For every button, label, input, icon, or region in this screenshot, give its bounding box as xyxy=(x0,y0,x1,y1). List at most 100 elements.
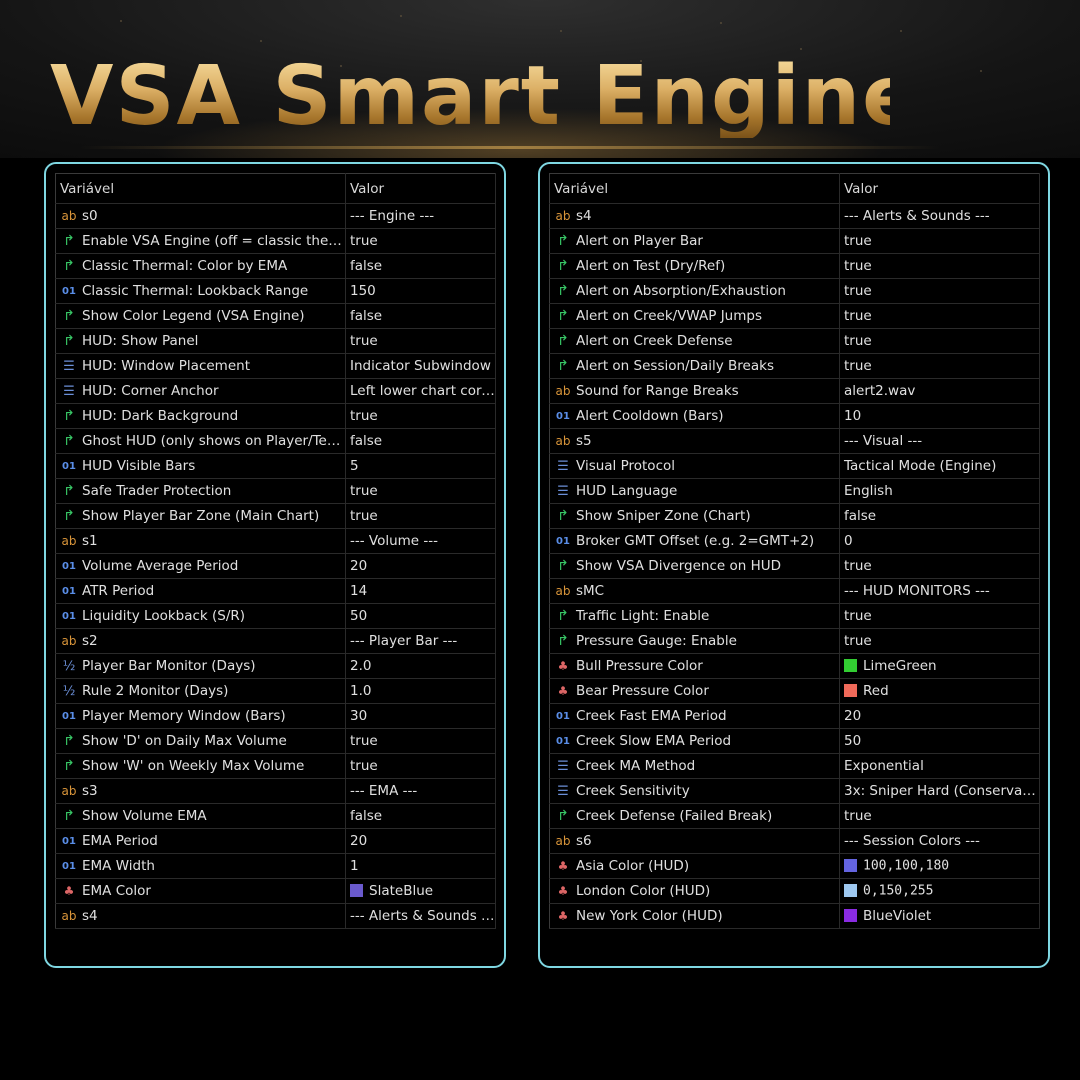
value-cell[interactable]: false xyxy=(345,803,496,829)
value-cell[interactable]: SlateBlue xyxy=(345,878,496,904)
table-row[interactable]: ☰ Visual Protocol Tactical Mode (Engine) xyxy=(549,453,1040,479)
variable-cell[interactable]: ↱ Alert on Creek Defense xyxy=(549,328,840,354)
variable-cell[interactable]: ↱ Ghost HUD (only shows on Player/Test ba… xyxy=(55,428,346,454)
value-cell[interactable]: alert2.wav xyxy=(839,378,1040,404)
table-row[interactable]: ab s4 --- Alerts & Sounds --- xyxy=(549,203,1040,229)
value-cell[interactable]: --- Visual --- xyxy=(839,428,1040,454)
variable-cell[interactable]: ↱ Show Volume EMA xyxy=(55,803,346,829)
table-row[interactable]: ↱ Show 'D' on Daily Max Volume true xyxy=(55,728,496,754)
value-cell[interactable]: Tactical Mode (Engine) xyxy=(839,453,1040,479)
table-row[interactable]: ↱ Ghost HUD (only shows on Player/Test ba… xyxy=(55,428,496,454)
table-row[interactable]: ↱ HUD: Dark Background true xyxy=(55,403,496,429)
table-row[interactable]: ab s2 --- Player Bar --- xyxy=(55,628,496,654)
variable-cell[interactable]: ↱ Alert on Absorption/Exhaustion xyxy=(549,278,840,304)
variable-cell[interactable]: 01 Classic Thermal: Lookback Range xyxy=(55,278,346,304)
value-cell[interactable]: --- EMA --- xyxy=(345,778,496,804)
table-row[interactable]: ab s6 --- Session Colors --- xyxy=(549,828,1040,854)
variable-cell[interactable]: ab s4 xyxy=(549,203,840,229)
value-cell[interactable]: 150 xyxy=(345,278,496,304)
value-cell[interactable]: --- Engine --- xyxy=(345,203,496,229)
variable-cell[interactable]: ab s3 xyxy=(55,778,346,804)
variable-cell[interactable]: 01 Creek Fast EMA Period xyxy=(549,703,840,729)
variable-cell[interactable]: 01 Creek Slow EMA Period xyxy=(549,728,840,754)
variable-cell[interactable]: ab s4 xyxy=(55,903,346,929)
table-row[interactable]: 01 Player Memory Window (Bars) 30 xyxy=(55,703,496,729)
variable-cell[interactable]: 01 EMA Period xyxy=(55,828,346,854)
value-cell[interactable]: --- HUD MONITORS --- xyxy=(839,578,1040,604)
value-cell[interactable]: true xyxy=(839,353,1040,379)
table-row[interactable]: ↱ Alert on Session/Daily Breaks true xyxy=(549,353,1040,379)
table-row[interactable]: ↱ Show Player Bar Zone (Main Chart) true xyxy=(55,503,496,529)
table-row[interactable]: ☰ HUD Language English xyxy=(549,478,1040,504)
table-row[interactable]: ♣ Bull Pressure Color LimeGreen xyxy=(549,653,1040,679)
table-row[interactable]: ♣ EMA Color SlateBlue xyxy=(55,878,496,904)
value-cell[interactable]: 10 xyxy=(839,403,1040,429)
variable-cell[interactable]: 01 EMA Width xyxy=(55,853,346,879)
table-row[interactable]: 01 EMA Period 20 xyxy=(55,828,496,854)
table-row[interactable]: ↱ HUD: Show Panel true xyxy=(55,328,496,354)
variable-cell[interactable]: 01 Liquidity Lookback (S/R) xyxy=(55,603,346,629)
variable-cell[interactable]: ↱ Creek Defense (Failed Break) xyxy=(549,803,840,829)
color-swatch[interactable] xyxy=(844,684,857,697)
variable-cell[interactable]: ↱ Show VSA Divergence on HUD xyxy=(549,553,840,579)
value-cell[interactable]: 30 xyxy=(345,703,496,729)
table-row[interactable]: ↱ Show 'W' on Weekly Max Volume true xyxy=(55,753,496,779)
variable-cell[interactable]: ab s0 xyxy=(55,203,346,229)
value-cell[interactable]: 14 xyxy=(345,578,496,604)
value-cell[interactable]: 1.0 xyxy=(345,678,496,704)
column-header-value[interactable]: Valor xyxy=(839,173,1040,204)
table-row[interactable]: ☰ HUD: Corner Anchor Left lower chart corn… xyxy=(55,378,496,404)
value-cell[interactable]: false xyxy=(839,503,1040,529)
variable-cell[interactable]: 01 Broker GMT Offset (e.g. 2=GMT+2) xyxy=(549,528,840,554)
value-cell[interactable]: 50 xyxy=(345,603,496,629)
variable-cell[interactable]: ½ Player Bar Monitor (Days) xyxy=(55,653,346,679)
value-cell[interactable]: 20 xyxy=(345,828,496,854)
variable-cell[interactable]: ab s5 xyxy=(549,428,840,454)
value-cell[interactable]: 100,100,180 xyxy=(839,853,1040,879)
value-cell[interactable]: false xyxy=(345,428,496,454)
table-row[interactable]: ☰ Creek Sensitivity 3x: Sniper Hard (Conse… xyxy=(549,778,1040,804)
variable-cell[interactable]: ↱ Safe Trader Protection xyxy=(55,478,346,504)
variable-cell[interactable]: 01 Volume Average Period xyxy=(55,553,346,579)
value-cell[interactable]: true xyxy=(839,553,1040,579)
variable-cell[interactable]: ↱ Alert on Player Bar xyxy=(549,228,840,254)
value-cell[interactable]: false xyxy=(345,253,496,279)
variable-cell[interactable]: ↱ Alert on Creek/VWAP Jumps xyxy=(549,303,840,329)
table-row[interactable]: 01 ATR Period 14 xyxy=(55,578,496,604)
value-cell[interactable]: true xyxy=(345,328,496,354)
value-cell[interactable]: false xyxy=(345,303,496,329)
value-cell[interactable]: true xyxy=(839,603,1040,629)
value-cell[interactable]: BlueViolet xyxy=(839,903,1040,929)
variable-cell[interactable]: ♣ Asia Color (HUD) xyxy=(549,853,840,879)
value-cell[interactable]: true xyxy=(345,503,496,529)
variable-cell[interactable]: ☰ Creek MA Method xyxy=(549,753,840,779)
value-cell[interactable]: true xyxy=(345,728,496,754)
variable-cell[interactable]: 01 ATR Period xyxy=(55,578,346,604)
value-cell[interactable]: Red xyxy=(839,678,1040,704)
value-cell[interactable]: true xyxy=(345,753,496,779)
value-cell[interactable]: --- Session Colors --- xyxy=(839,828,1040,854)
value-cell[interactable]: --- Alerts & Sounds --- xyxy=(839,203,1040,229)
variable-cell[interactable]: ↱ Show 'D' on Daily Max Volume xyxy=(55,728,346,754)
variable-cell[interactable]: ↱ HUD: Show Panel xyxy=(55,328,346,354)
variable-cell[interactable]: ↱ Traffic Light: Enable xyxy=(549,603,840,629)
table-row[interactable]: 01 EMA Width 1 xyxy=(55,853,496,879)
table-row[interactable]: 01 Creek Fast EMA Period 20 xyxy=(549,703,1040,729)
table-row[interactable]: ♣ Asia Color (HUD) 100,100,180 xyxy=(549,853,1040,879)
table-row[interactable]: ab s0 --- Engine --- xyxy=(55,203,496,229)
value-cell[interactable]: 0,150,255 xyxy=(839,878,1040,904)
variable-cell[interactable]: ☰ HUD Language xyxy=(549,478,840,504)
variable-cell[interactable]: ♣ Bear Pressure Color xyxy=(549,678,840,704)
table-row[interactable]: ↱ Alert on Absorption/Exhaustion true xyxy=(549,278,1040,304)
color-swatch[interactable] xyxy=(844,859,857,872)
table-row[interactable]: ↱ Safe Trader Protection true xyxy=(55,478,496,504)
value-cell[interactable]: true xyxy=(839,278,1040,304)
variable-cell[interactable]: ↱ HUD: Dark Background xyxy=(55,403,346,429)
table-row[interactable]: ♣ Bear Pressure Color Red xyxy=(549,678,1040,704)
value-cell[interactable]: 5 xyxy=(345,453,496,479)
table-row[interactable]: ↱ Creek Defense (Failed Break) true xyxy=(549,803,1040,829)
table-row[interactable]: ↱ Alert on Creek/VWAP Jumps true xyxy=(549,303,1040,329)
variable-cell[interactable]: ☰ HUD: Corner Anchor xyxy=(55,378,346,404)
table-row[interactable]: ♣ New York Color (HUD) BlueViolet xyxy=(549,903,1040,929)
table-row[interactable]: ab sMC --- HUD MONITORS --- xyxy=(549,578,1040,604)
